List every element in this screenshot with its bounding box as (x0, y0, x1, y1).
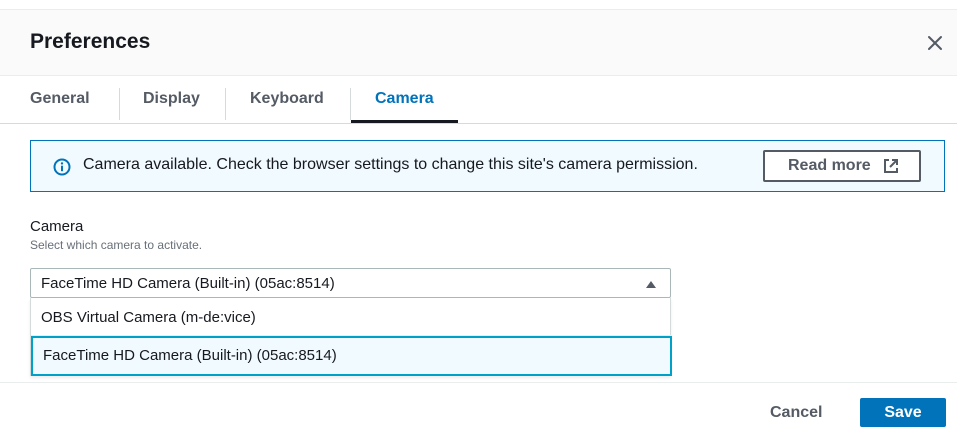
camera-select[interactable]: FaceTime HD Camera (Built-in) (05ac:8514… (30, 268, 671, 298)
caret-up-icon (646, 281, 656, 288)
header-divider (0, 75, 957, 76)
modal-title: Preferences (30, 30, 151, 53)
selected-camera: FaceTime HD Camera (Built-in) (05ac:8514… (41, 275, 335, 292)
external-link-icon (884, 159, 898, 173)
tab-separator (119, 88, 120, 120)
tab-general[interactable]: General (30, 90, 90, 108)
tabs-divider (0, 123, 957, 124)
camera-option-label: OBS Virtual Camera (m-de:vice) (41, 309, 256, 326)
save-label: Save (884, 404, 922, 421)
tab-separator (225, 88, 226, 120)
tab-display[interactable]: Display (143, 90, 200, 108)
close-icon (928, 36, 942, 50)
info-icon (53, 158, 71, 176)
close-button[interactable] (920, 28, 950, 58)
camera-field-description: Select which camera to activate. (30, 238, 203, 252)
camera-option[interactable]: OBS Virtual Camera (m-de:vice) (31, 298, 672, 336)
read-more-label: Read more (788, 157, 871, 174)
tab-separator (350, 88, 351, 120)
camera-dropdown-list: OBS Virtual Camera (m-de:vice) FaceTime … (30, 298, 672, 376)
tab-camera[interactable]: Camera (375, 90, 434, 108)
read-more-button[interactable]: Read more (763, 150, 921, 182)
camera-option-selected[interactable]: FaceTime HD Camera (Built-in) (05ac:8514… (31, 336, 672, 376)
info-alert: Camera available. Check the browser sett… (30, 140, 945, 192)
footer-divider (0, 382, 957, 383)
tab-keyboard[interactable]: Keyboard (250, 90, 324, 108)
camera-option-label: FaceTime HD Camera (Built-in) (05ac:8514… (43, 347, 337, 364)
cancel-button[interactable]: Cancel (770, 404, 822, 422)
alert-message: Camera available. Check the browser sett… (83, 156, 698, 173)
save-button[interactable]: Save (860, 398, 946, 427)
camera-field-label: Camera (30, 218, 84, 235)
